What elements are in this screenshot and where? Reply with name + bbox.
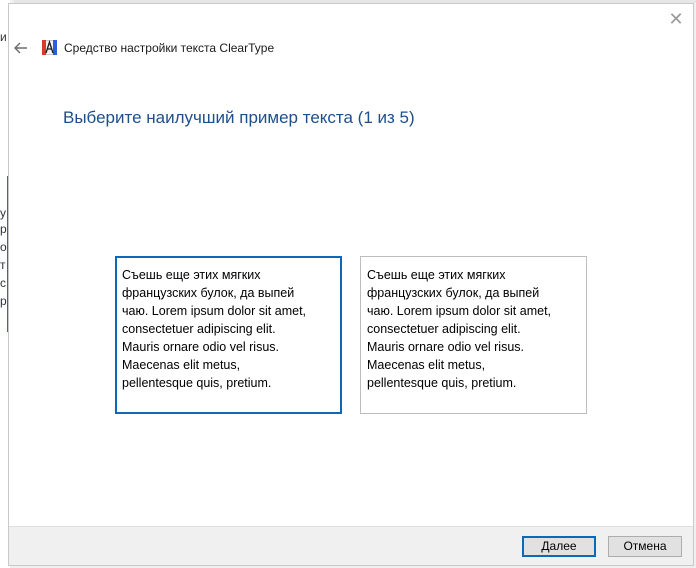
cancel-button[interactable]: Отмена [608, 536, 682, 557]
background-text: и [0, 30, 7, 44]
background-text: с [0, 276, 6, 290]
sample-text-line: Съешь еще этих мягких [367, 268, 506, 282]
sample-text-line: consectetuer adipiscing elit. [122, 322, 276, 336]
sample-text-line: французских булок, да выпей [367, 286, 540, 300]
background-text: р [0, 294, 7, 308]
dialog-footer: Далее Отмена [9, 526, 693, 565]
sample-text-line: consectetuer adipiscing elit. [367, 322, 521, 336]
cleartype-dialog: ✕ Средство настройки текста ClearType Вы… [8, 3, 694, 566]
text-sample-1[interactable]: Съешь еще этих мягких французских булок,… [115, 256, 342, 414]
background-text: т [0, 258, 6, 272]
sample-text-line: pellentesque quis, pretium. [367, 376, 517, 390]
sample-text-line: pellentesque quis, pretium. [122, 376, 272, 390]
sample-text-line: чаю. Lorem ipsum dolor sit amet, [367, 304, 552, 318]
back-button[interactable] [13, 40, 29, 56]
sample-text-line: Maecenas elit metus, [367, 358, 486, 372]
back-arrow-icon [14, 42, 27, 54]
sample-text-line: Mauris ornare odio vel risus. [367, 340, 525, 354]
sample-text-line: Mauris ornare odio vel risus. [122, 340, 280, 354]
text-sample-2[interactable]: Съешь еще этих мягких французских булок,… [360, 256, 587, 414]
next-button[interactable]: Далее [522, 536, 596, 557]
page-heading: Выберите наилучший пример текста (1 из 5… [63, 108, 415, 127]
sample-text-line: французских булок, да выпей [122, 286, 295, 300]
sample-text-line: чаю. Lorem ipsum dolor sit amet, [122, 304, 307, 318]
cleartype-app-icon [41, 39, 58, 56]
window-title: Средство настройки текста ClearType [64, 41, 275, 55]
close-icon: ✕ [668, 9, 684, 29]
background-text: у [0, 206, 6, 220]
sample-text-line: Maecenas elit metus, [122, 358, 241, 372]
sample-text-line: Съешь еще этих мягких [122, 268, 261, 282]
background-text: р [0, 222, 7, 236]
background-text: о [0, 240, 7, 254]
close-button[interactable]: ✕ [667, 10, 685, 28]
